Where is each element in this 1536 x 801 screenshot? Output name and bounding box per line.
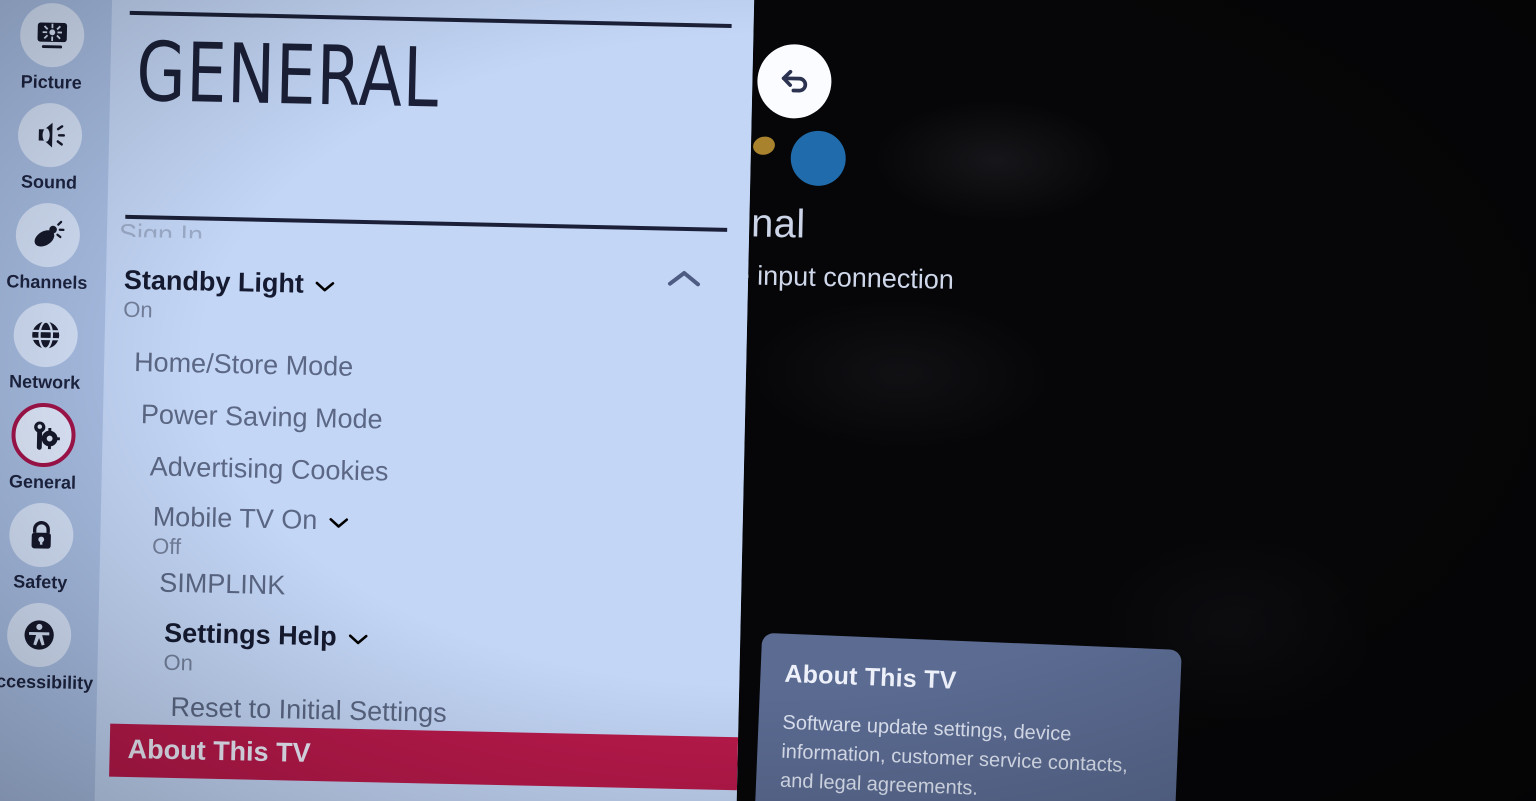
menu-item-value: On [163,649,194,676]
sidebar-item-label: Picture [20,71,82,93]
menu-item-settings-help[interactable]: Settings Help On [163,618,369,680]
tv-photo-screenshot: No Signal Check the input connection Abo… [0,0,1536,801]
picture-icon [19,2,85,68]
tooltip-title: About This TV [783,659,957,695]
settings-menu-list: Sign In Standby Light On Home/Store Mode Pow… [94,218,749,801]
menu-item-sign-in[interactable]: Sign In [119,219,203,239]
menu-item-selected[interactable]: About This TV [109,723,739,791]
sidebar-item-label: Network [8,371,81,393]
menu-item-standby-light[interactable]: Standby Light On [123,265,336,328]
settings-content-area: GENERAL Sign In Standby Light On Home/Store… [94,0,755,801]
sidebar-item-channels[interactable]: Channels [0,202,108,295]
sidebar-item-sound[interactable]: Sound [0,102,110,195]
menu-item-value: Off [151,533,182,560]
sidebar-item-accessibility[interactable]: Accessibility [0,602,99,695]
menu-item-advertising-cookies[interactable]: Advertising Cookies [150,451,389,487]
chevron-down-icon[interactable] [346,632,368,651]
network-icon [13,302,79,368]
menu-item-reset-to-initial-settings[interactable]: Reset to Initial Settings [170,692,447,729]
menu-item-label: Advertising Cookies [149,451,389,487]
sound-icon [17,102,83,168]
accessibility-icon [6,602,72,668]
sidebar-item-general[interactable]: General [0,402,103,495]
channels-icon [15,202,81,268]
menu-item-label: Reset to Initial Settings [170,691,448,728]
blue-circle-decoration [790,130,847,187]
general-icon [10,402,77,468]
menu-item-label: Standby Light [123,264,305,299]
menu-item-label: Home/Store Mode [133,347,354,382]
menu-item-label: SIMPLINK [159,567,286,601]
sidebar-item-label: General [8,471,77,493]
back-arrow-icon [774,58,815,104]
menu-item-mobile-tv-on[interactable]: Mobile TV On Off [152,501,350,563]
amber-dot-decoration [751,134,777,157]
menu-item-label: Settings Help [163,617,338,652]
sidebar-item-label: Accessibility [0,670,94,694]
lock-icon [8,502,75,568]
sidebar-item-picture[interactable]: Picture [0,2,112,95]
menu-item-value: On [123,296,153,323]
menu-item-label: Mobile TV On [152,501,318,536]
tv-screen-ui: No Signal Check the input connection Abo… [0,0,1530,801]
chevron-down-icon[interactable] [314,279,336,298]
settings-sidebar: Picture Sound Channels Network General Safety… [0,0,113,801]
page-title: GENERAL [135,25,441,127]
menu-item-simplink[interactable]: SIMPLINK [159,568,286,602]
sidebar-item-label: Sound [20,171,78,193]
back-button[interactable] [756,43,833,120]
menu-item-label: About This TV [127,733,311,768]
menu-item-label: Power Saving Mode [140,399,383,435]
sidebar-item-network[interactable]: Network [0,302,105,395]
sidebar-item-label: Channels [6,271,88,293]
menu-item-label: Sign In [118,218,204,239]
settings-panel: GENERAL Sign In Standby Light On Home/Store… [0,0,755,801]
about-this-tv-tooltip: About This TV Software update settings, … [754,632,1182,801]
sidebar-item-safety[interactable]: Safety [0,502,101,595]
tooltip-body: Software update settings, device informa… [779,711,1129,800]
chevron-down-icon[interactable] [327,515,349,534]
sidebar-item-label: Safety [13,571,68,593]
menu-item-power-saving-mode[interactable]: Power Saving Mode [141,399,383,435]
menu-item-home-store-mode[interactable]: Home/Store Mode [134,347,354,383]
header-rule-top [129,10,732,28]
